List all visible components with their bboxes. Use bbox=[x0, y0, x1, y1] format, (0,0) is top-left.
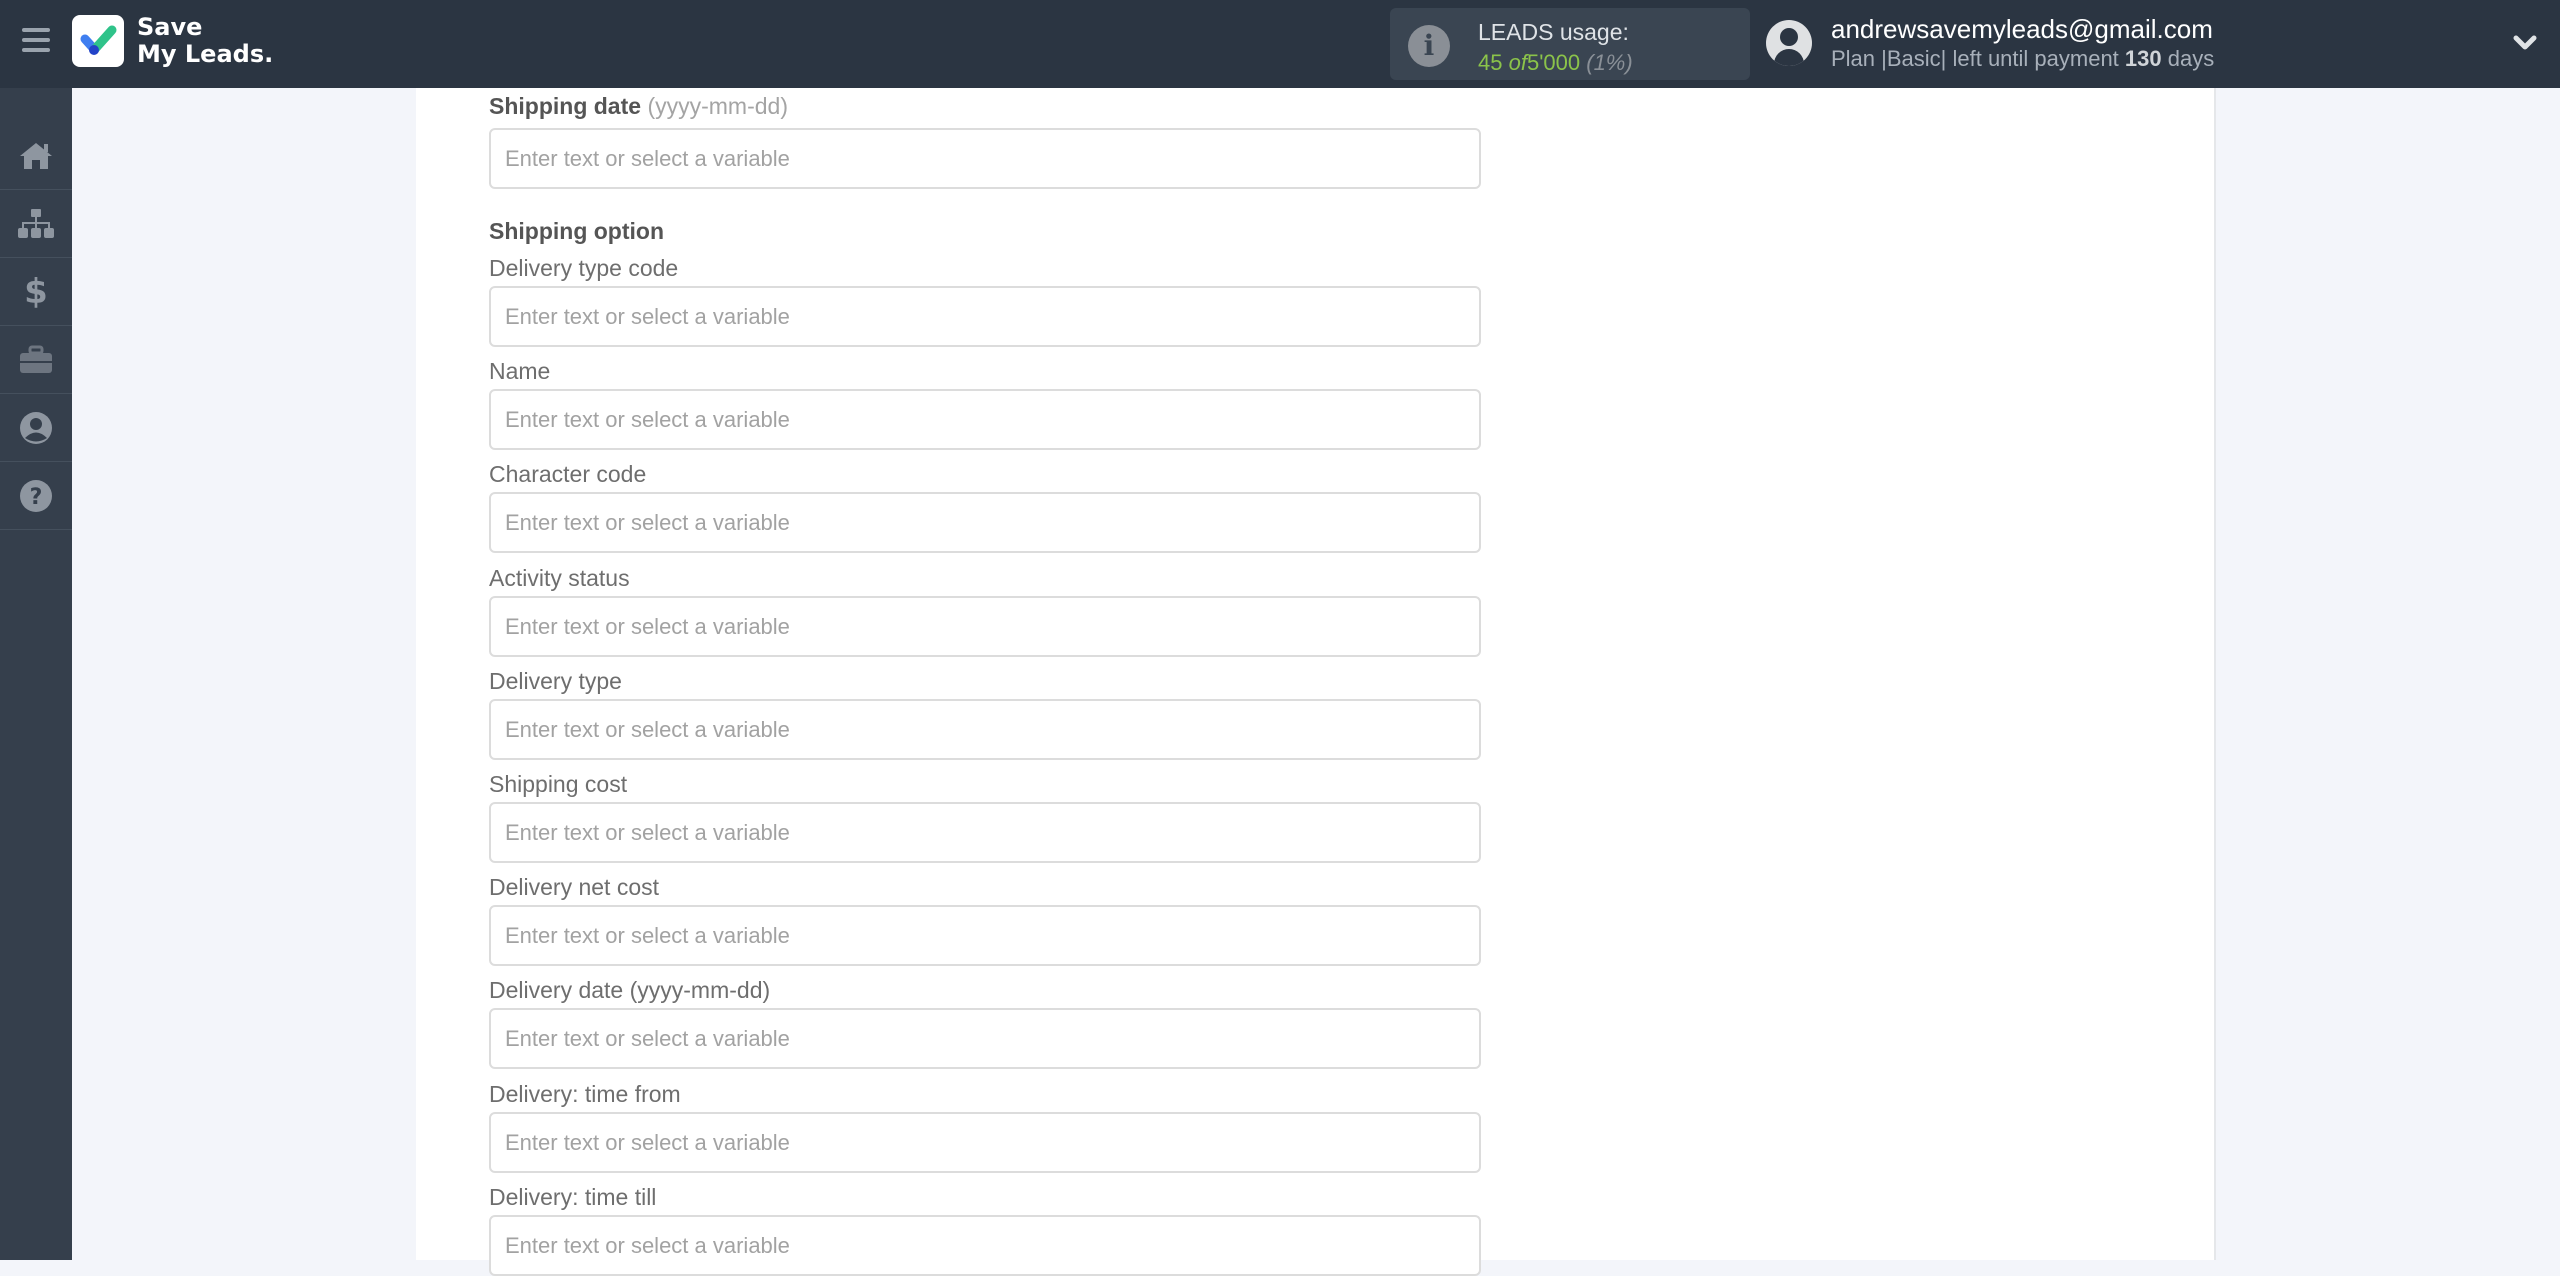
logo-text[interactable]: Save My Leads. bbox=[137, 14, 273, 68]
usage-title: LEADS usage: bbox=[1478, 19, 1629, 45]
question-circle-icon: ? bbox=[20, 479, 52, 512]
delivery-type-code-input[interactable] bbox=[489, 286, 1481, 347]
sidebar: $ ? bbox=[0, 88, 72, 1260]
logo-icon[interactable] bbox=[72, 15, 124, 67]
leads-usage-panel: i LEADS usage: 45 of5'000 (1%) bbox=[1390, 8, 1750, 80]
sitemap-icon bbox=[18, 208, 54, 238]
user-circle-icon bbox=[20, 411, 52, 444]
user-avatar-icon[interactable] bbox=[1766, 20, 1812, 66]
shipping-cost-label: Shipping cost bbox=[489, 771, 628, 797]
delivery-time-from-label: Delivery: time from bbox=[489, 1081, 681, 1107]
sidebar-item-account[interactable] bbox=[0, 394, 72, 462]
sidebar-item-help[interactable]: ? bbox=[0, 462, 72, 530]
content-card: Shipping date (yyyy-mm-dd) Shipping opti… bbox=[416, 88, 2216, 1276]
name-label: Name bbox=[489, 358, 551, 384]
activity-status-input[interactable] bbox=[489, 596, 1481, 657]
sidebar-item-tools[interactable] bbox=[0, 326, 72, 394]
user-email[interactable]: andrewsavemyleads@gmail.com bbox=[1831, 14, 2213, 45]
plan-info: Plan |Basic| left until payment bbox=[1831, 46, 2119, 71]
character-code-label: Character code bbox=[489, 461, 647, 487]
home-icon bbox=[20, 142, 52, 169]
usage-of: of bbox=[1508, 50, 1527, 75]
usage-used: 45 bbox=[1478, 50, 1503, 75]
logo-line-2: My Leads. bbox=[137, 40, 274, 68]
delivery-type-input[interactable] bbox=[489, 699, 1481, 760]
section-title-shipping-option: Shipping option bbox=[489, 218, 665, 244]
user-plan: Plan |Basic| left until payment 130 days bbox=[1831, 46, 2214, 72]
top-header: Save My Leads. i LEADS usage: 45 of5'000… bbox=[0, 0, 2560, 88]
sidebar-item-connections[interactable] bbox=[0, 190, 72, 258]
usage-percent: (1%) bbox=[1586, 50, 1633, 75]
usage-count: 45 of5'000 (1%) bbox=[1478, 50, 1633, 76]
sidebar-item-billing[interactable]: $ bbox=[0, 258, 72, 326]
menu-toggle-icon[interactable] bbox=[22, 28, 50, 56]
info-icon: i bbox=[1408, 25, 1450, 67]
delivery-date-input[interactable] bbox=[489, 1008, 1481, 1069]
delivery-date-label: Delivery date (yyyy-mm-dd) bbox=[489, 977, 771, 1003]
days-suffix: days bbox=[2167, 46, 2215, 71]
usage-limit: 5'000 bbox=[1526, 50, 1581, 75]
delivery-time-till-input[interactable] bbox=[489, 1215, 1481, 1276]
delivery-type-code-label: Delivery type code bbox=[489, 255, 679, 281]
activity-status-label: Activity status bbox=[489, 565, 630, 591]
briefcase-icon bbox=[20, 345, 52, 373]
delivery-net-cost-input[interactable] bbox=[489, 905, 1481, 966]
delivery-net-cost-label: Delivery net cost bbox=[489, 874, 660, 900]
character-code-input[interactable] bbox=[489, 492, 1481, 553]
delivery-time-till-label: Delivery: time till bbox=[489, 1184, 657, 1210]
delivery-time-from-input[interactable] bbox=[489, 1112, 1481, 1173]
shipping-cost-input[interactable] bbox=[489, 802, 1481, 863]
shipping-date-label: Shipping date (yyyy-mm-dd) bbox=[489, 92, 788, 120]
name-input[interactable] bbox=[489, 389, 1481, 450]
sidebar-item-home[interactable] bbox=[0, 122, 72, 190]
shipping-date-label-text: Shipping date bbox=[489, 93, 642, 119]
shipping-date-input[interactable] bbox=[489, 128, 1481, 189]
svg-text:?: ? bbox=[30, 485, 43, 510]
shipping-date-hint: (yyyy-mm-dd) bbox=[647, 93, 788, 119]
delivery-type-label: Delivery type bbox=[489, 668, 622, 694]
chevron-down-icon[interactable] bbox=[2510, 28, 2540, 58]
days-left: 130 bbox=[2124, 46, 2162, 71]
dollar-icon: $ bbox=[24, 271, 48, 312]
logo-line-1: Save bbox=[137, 13, 203, 41]
